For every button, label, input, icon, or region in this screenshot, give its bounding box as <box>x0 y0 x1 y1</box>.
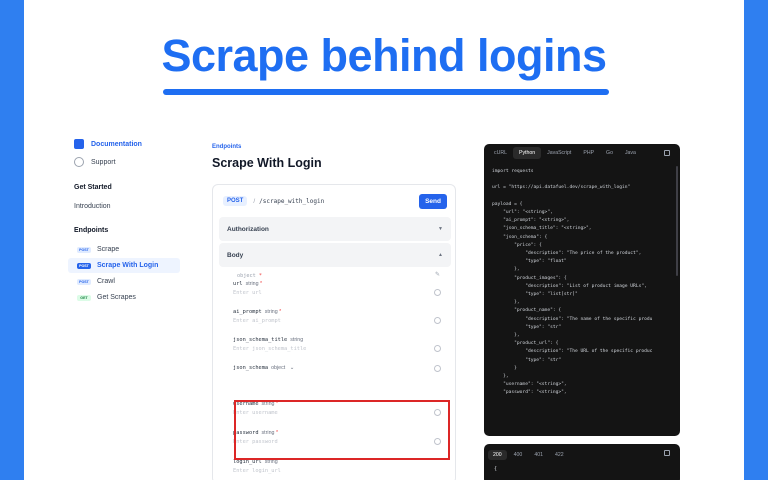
field-ai-prompt[interactable]: ai_prompt string * Enter ai_prompt <box>233 309 445 324</box>
copy-icon[interactable] <box>664 450 670 456</box>
chevron-down-icon: ▼ <box>438 226 443 232</box>
field-json-schema[interactable]: json_schema object ⌄ <box>233 365 445 372</box>
hero-underline <box>163 89 609 95</box>
info-icon <box>434 365 441 372</box>
path-separator: / <box>253 197 256 205</box>
send-button[interactable]: Send <box>419 193 447 209</box>
sidebar-item-label: Scrape <box>97 246 120 253</box>
sidebar-item-scrape[interactable]: POST Scrape <box>74 242 184 257</box>
sidebar-item-support[interactable]: Support <box>74 154 184 170</box>
tab-status-400[interactable]: 400 <box>509 450 528 460</box>
sidebar-heading-endpoints: Endpoints <box>74 227 109 234</box>
sidebar-item-label: Support <box>91 158 116 166</box>
authorization-section[interactable]: Authorization ▼ <box>219 217 451 241</box>
field-url[interactable]: url string * Enter url <box>233 281 445 296</box>
method-badge: POST <box>77 246 91 253</box>
info-icon <box>434 289 441 296</box>
url-input[interactable]: Enter url <box>233 290 445 296</box>
sidebar: Documentation Support Get Started Introd… <box>68 136 184 306</box>
tab-javascript[interactable]: JavaScript <box>541 147 577 159</box>
method-badge: POST <box>77 262 91 269</box>
ai-prompt-input[interactable]: Enter ai_prompt <box>233 318 445 324</box>
edit-icon[interactable]: ✎ <box>435 271 440 278</box>
section-label: Body <box>227 251 244 259</box>
response-panel: 200 400 401 422 { <box>484 444 680 480</box>
endpoint-path: /scrape_with_login <box>259 197 325 205</box>
tab-java[interactable]: Java <box>619 147 642 159</box>
method-badge: POST <box>77 278 91 285</box>
info-icon <box>434 345 441 352</box>
page-canvas: Scrape behind logins Documentation Suppo… <box>24 0 744 480</box>
sidebar-item-scrape-with-login[interactable]: POST Scrape With Login <box>68 258 180 273</box>
response-status-tabs: 200 400 401 422 <box>484 444 680 460</box>
tab-status-401[interactable]: 401 <box>529 450 548 460</box>
json-schema-title-input[interactable]: Enter json_schema_title <box>233 346 445 352</box>
breadcrumb[interactable]: Endpoints <box>212 144 456 150</box>
sidebar-item-label: Documentation <box>91 140 142 148</box>
sidebar-item-documentation[interactable]: Documentation <box>74 136 184 152</box>
body-section[interactable]: Body ▲ <box>219 243 451 267</box>
code-sample-panel: cURL Python JavaScript PHP Go Java impor… <box>484 144 680 436</box>
login-url-input[interactable]: Enter login_url <box>233 468 445 474</box>
page-title: Scrape With Login <box>212 156 322 170</box>
main-content: Endpoints Scrape With Login POST / /scra… <box>212 144 456 480</box>
method-badge: POST <box>223 196 248 206</box>
tab-curl[interactable]: cURL <box>488 147 513 159</box>
tab-php[interactable]: PHP <box>577 147 600 159</box>
code-block: import requests url = "https://api.dataf… <box>492 169 653 396</box>
info-icon <box>434 317 441 324</box>
code-scrollbar[interactable] <box>676 166 678 276</box>
doc-icon <box>74 139 84 149</box>
sidebar-item-introduction[interactable]: Introduction <box>74 199 184 213</box>
hero: Scrape behind logins <box>24 30 744 82</box>
sidebar-item-label: Get Scrapes <box>97 294 136 301</box>
sidebar-item-crawl[interactable]: POST Crawl <box>74 274 184 289</box>
code-language-tabs: cURL Python JavaScript PHP Go Java <box>484 144 680 162</box>
sidebar-item-label: Scrape With Login <box>97 262 159 269</box>
sidebar-heading-get-started: Get Started <box>74 184 112 191</box>
chevron-up-icon: ▲ <box>438 252 443 258</box>
support-icon <box>74 157 84 167</box>
tab-go[interactable]: Go <box>600 147 619 159</box>
method-badge: GET <box>77 294 91 301</box>
field-json-schema-title[interactable]: json_schema_title string Enter json_schem… <box>233 337 445 352</box>
tab-status-422[interactable]: 422 <box>550 450 569 460</box>
copy-icon[interactable] <box>664 150 670 156</box>
object-label: object * <box>237 273 262 279</box>
hero-title: Scrape behind logins <box>161 30 607 81</box>
chevron-down-icon[interactable]: ⌄ <box>290 365 294 371</box>
section-label: Authorization <box>227 225 269 233</box>
highlight-box <box>234 400 450 460</box>
request-url-bar: POST / /scrape_with_login Send <box>213 185 455 209</box>
tab-status-200[interactable]: 200 <box>488 450 507 460</box>
tab-python[interactable]: Python <box>512 147 542 159</box>
field-login-url[interactable]: login_url string Enter login_url <box>233 459 445 474</box>
sidebar-item-get-scrapes[interactable]: GET Get Scrapes <box>74 290 184 305</box>
response-body: { <box>494 466 498 472</box>
sidebar-item-label: Crawl <box>97 278 115 285</box>
